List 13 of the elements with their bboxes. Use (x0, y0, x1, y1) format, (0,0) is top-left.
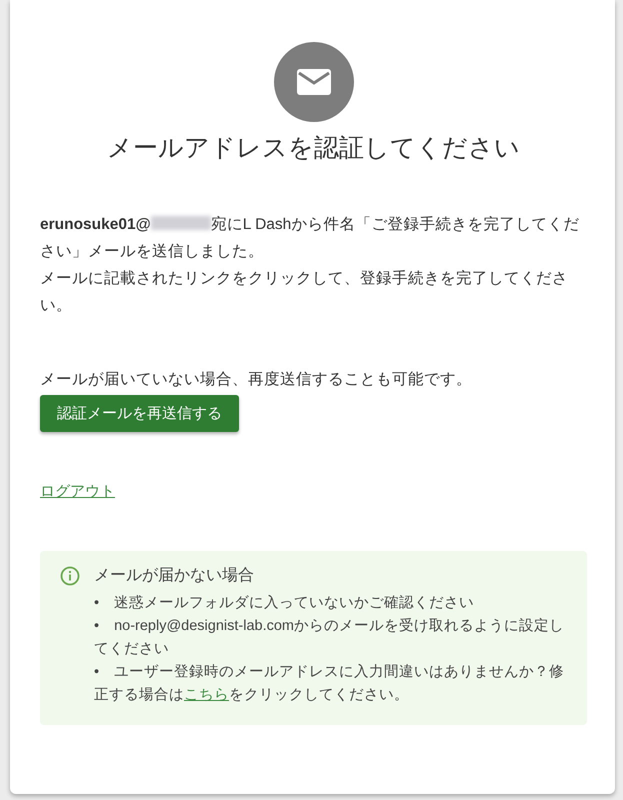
sent-message-text: erunosuke01@ 宛にL Dashから件名「ご登録手続きを完了してください」メールを送信しました。 (40, 214, 580, 262)
help-title: メールが届かない場合 (94, 566, 254, 586)
instruction-text: メールに記載されたリンクをクリックして、登録手続きを完了してください。 (40, 269, 569, 316)
help-item-text: • 迷惑メールフォルダに入っていないかご確認ください (94, 594, 476, 613)
help-item-text: • ユーザー登録時のメールアドレスに入力間違いはありませんか？修正する場合は こちら をクリックしてください。 (94, 663, 566, 705)
help-item-text: • no-reply@designist-lab.comからのメールを受け取れるように設定してください (94, 616, 566, 659)
here-link[interactable]: こちら (184, 687, 229, 703)
page-title: メールアドレスを認証してください (106, 133, 521, 164)
logout-link[interactable]: ログアウト (40, 483, 115, 500)
resend-note: メールが届いていない場合、再度送信することも可能です。 (40, 370, 473, 390)
info-icon (60, 566, 80, 586)
resend-button[interactable]: 認証メールを再送信する (40, 395, 239, 432)
mail-icon (274, 42, 354, 122)
